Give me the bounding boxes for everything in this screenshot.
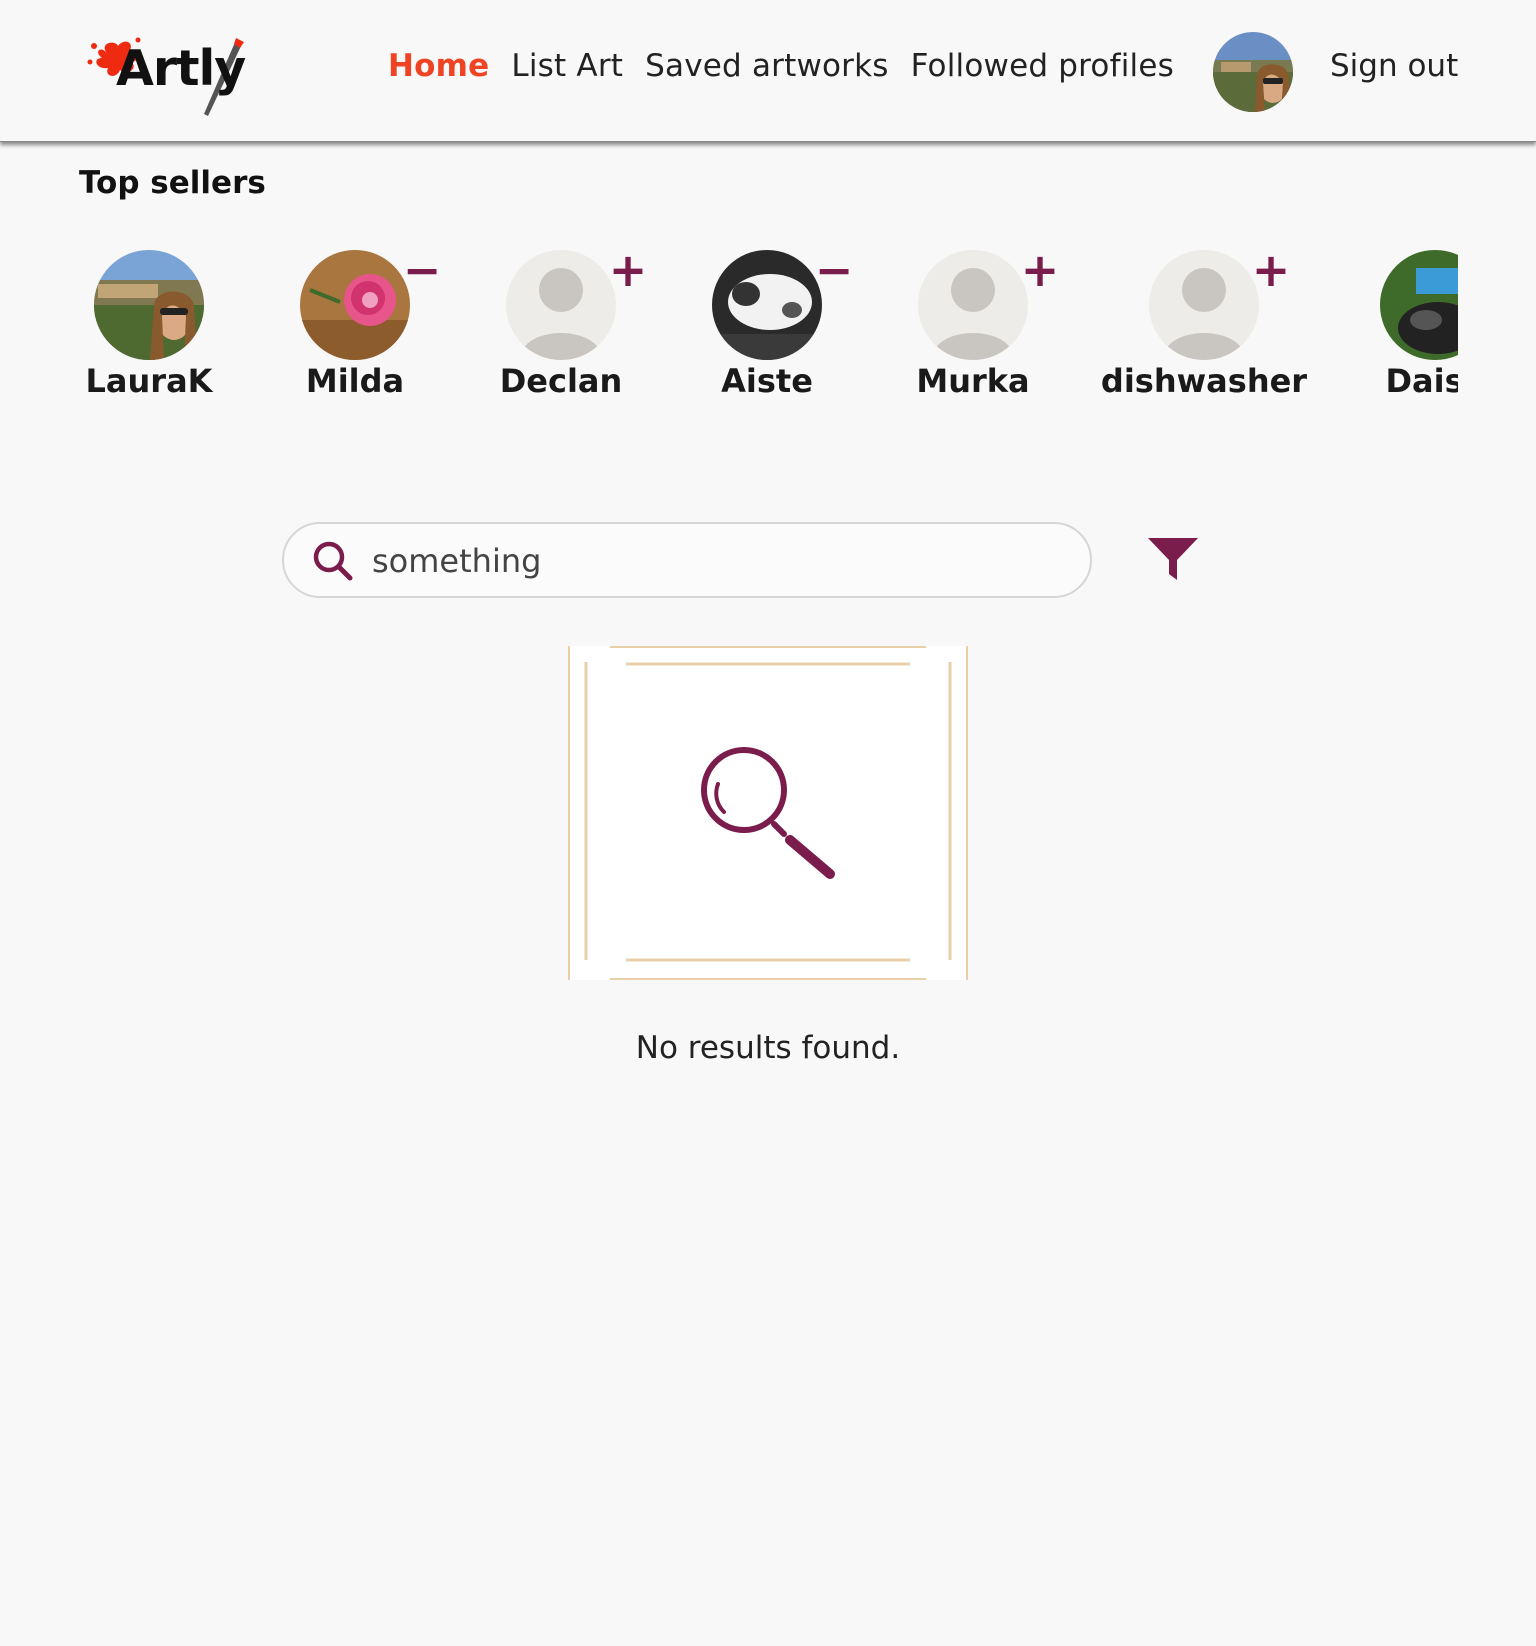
follow-button[interactable]: + bbox=[1018, 248, 1062, 293]
filter-icon[interactable] bbox=[1146, 536, 1200, 582]
seller-name: Declan bbox=[499, 362, 623, 400]
seller-avatar bbox=[1380, 250, 1458, 360]
sign-out-link[interactable]: Sign out bbox=[1330, 48, 1458, 84]
seller-card[interactable]: LauraK bbox=[44, 248, 254, 408]
logo-text: Artly bbox=[116, 40, 246, 97]
search-icon bbox=[313, 541, 353, 581]
no-results-illustration bbox=[566, 644, 970, 982]
nav-saved-artworks[interactable]: Saved artworks bbox=[645, 48, 889, 84]
main-nav: Home List Art Saved artworks Followed pr… bbox=[388, 48, 1174, 84]
seller-card[interactable]: − Milda bbox=[250, 248, 460, 408]
nav-list-art[interactable]: List Art bbox=[511, 48, 623, 84]
seller-name: Aiste bbox=[721, 362, 813, 400]
seller-card[interactable]: + dishwasher bbox=[1099, 248, 1309, 408]
seller-card[interactable]: + Declan bbox=[456, 248, 666, 408]
seller-name: dishwasher bbox=[1100, 362, 1308, 400]
top-sellers-heading: Top sellers bbox=[79, 165, 266, 201]
follow-button[interactable]: + bbox=[1249, 248, 1293, 293]
default-avatar-icon bbox=[918, 250, 1028, 360]
user-avatar[interactable] bbox=[1213, 32, 1293, 112]
seller-name: Daisy bbox=[1385, 362, 1458, 400]
follow-button[interactable]: + bbox=[606, 248, 650, 293]
search-input[interactable] bbox=[372, 536, 1052, 586]
seller-name: LauraK bbox=[85, 362, 213, 400]
artly-logo[interactable]: Artly bbox=[86, 32, 256, 118]
top-navbar: Artly Home List Art Saved artworks Follo… bbox=[0, 0, 1536, 142]
seller-avatar bbox=[712, 250, 822, 360]
seller-avatar bbox=[94, 250, 204, 360]
seller-card[interactable]: Daisy bbox=[1330, 248, 1458, 408]
seller-card[interactable]: + Murka bbox=[868, 248, 1078, 408]
seller-avatar bbox=[300, 250, 410, 360]
nav-followed-profiles[interactable]: Followed profiles bbox=[911, 48, 1174, 84]
seller-name: Murka bbox=[916, 362, 1030, 400]
no-results-message: No results found. bbox=[635, 1030, 901, 1066]
seller-name: Milda bbox=[305, 362, 405, 400]
seller-card[interactable]: − Aiste bbox=[662, 248, 872, 408]
top-sellers-carousel: LauraK − Milda + Declan − Aiste + Murka … bbox=[0, 248, 1458, 408]
unfollow-button[interactable]: − bbox=[812, 248, 856, 293]
default-avatar-icon bbox=[506, 250, 616, 360]
unfollow-button[interactable]: − bbox=[400, 248, 444, 293]
magnifier-icon bbox=[701, 747, 835, 879]
search-bar bbox=[282, 522, 1092, 598]
default-avatar-icon bbox=[1149, 250, 1259, 360]
nav-home[interactable]: Home bbox=[388, 48, 489, 84]
